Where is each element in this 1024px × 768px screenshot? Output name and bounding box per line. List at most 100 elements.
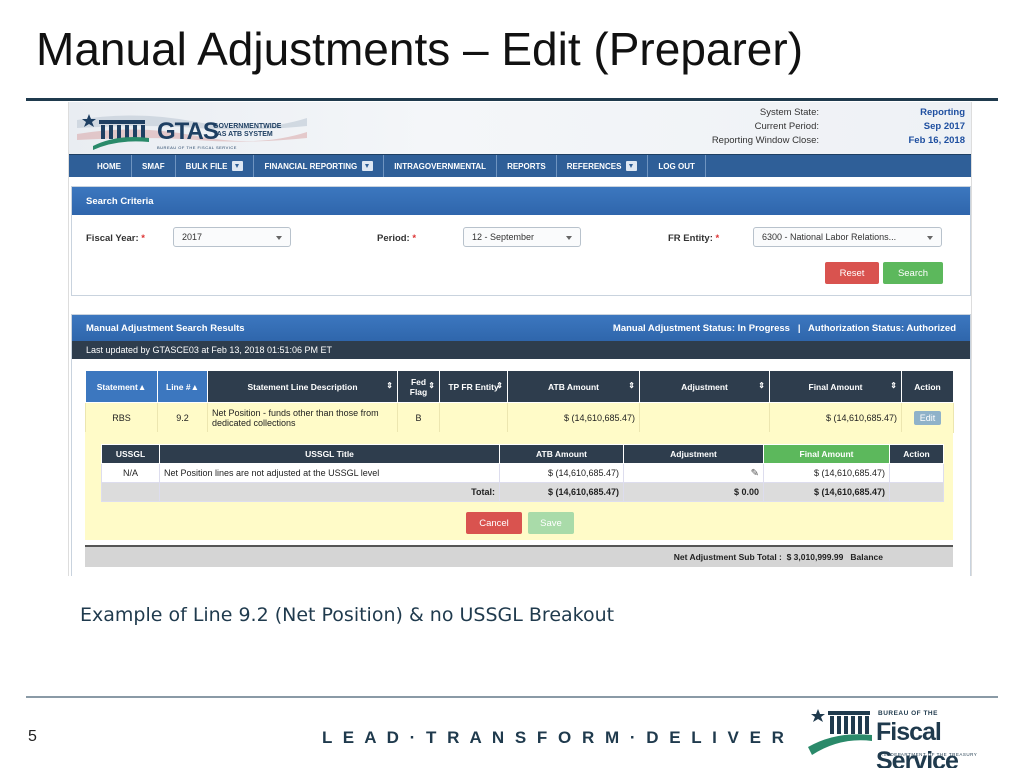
sort-icon: ⇕	[496, 381, 503, 390]
nav-home-label: HOME	[97, 161, 121, 171]
col-adjustment-label: Adjustment	[681, 381, 728, 392]
col-action: Action	[901, 370, 954, 403]
total-cell-empty	[101, 482, 160, 502]
net-adjustment-text: Net Adjustment Sub Total : $ 3,010,999.9…	[673, 552, 883, 562]
gtas-subtitle: GOVERNMENTWIDE TAS ATB SYSTEM	[213, 123, 282, 138]
gtas-wordmark: GTAS	[157, 118, 219, 145]
search-button[interactable]: Search	[883, 262, 943, 284]
save-button[interactable]: Save	[528, 512, 574, 534]
sort-icon: ⇕	[628, 381, 635, 390]
nav-references[interactable]: REFERENCES	[557, 155, 649, 177]
last-updated: Last updated by GTASCE03 at Feb 13, 2018…	[72, 341, 970, 359]
cell-atb-amount: $ (14,610,685.47)	[507, 402, 640, 433]
ussgl-col-atb-amount: ATB Amount	[499, 444, 624, 464]
ussgl-cell-adjustment[interactable]: ✎	[623, 463, 764, 483]
page-number: 5	[28, 728, 37, 745]
total-label: Total:	[159, 482, 500, 502]
required-mark: *	[715, 233, 720, 244]
chevron-down-icon[interactable]	[232, 161, 244, 171]
col-line[interactable]: Line #▲	[157, 370, 208, 403]
ussgl-breakout-area: USSGL USSGL Title ATB Amount Adjustment …	[85, 432, 953, 540]
main-nav: HOME SMAF BULK FILE FINANCIAL REPORTING …	[69, 154, 971, 177]
col-action-label: Action	[914, 381, 941, 392]
col-atb-amount-label: ATB Amount	[548, 381, 599, 392]
required-mark: *	[412, 233, 417, 244]
nav-financial-reporting[interactable]: FINANCIAL REPORTING	[254, 155, 385, 177]
results-header: Manual Adjustment Search Results Manual …	[72, 315, 970, 341]
window-close-label: Reporting Window Close:	[711, 135, 819, 146]
net-adjustment-summary: Net Adjustment Sub Total : $ 3,010,999.9…	[85, 545, 953, 567]
results-title: Manual Adjustment Search Results	[86, 322, 245, 334]
reset-button[interactable]: Reset	[825, 262, 879, 284]
search-criteria-panel: Search Criteria Fiscal Year: * 2017 Peri…	[71, 186, 971, 296]
current-period-value: Sep 2017	[923, 121, 965, 132]
col-final-amount[interactable]: Final Amount ⇕	[769, 370, 902, 403]
col-description-label: Statement Line Description	[247, 381, 358, 392]
cell-final-amount: $ (14,610,685.47)	[769, 402, 902, 433]
table-row: N/A Net Position lines are not adjusted …	[101, 463, 944, 483]
chevron-down-icon	[927, 236, 933, 240]
col-atb-amount[interactable]: ATB Amount ⇕	[507, 370, 640, 403]
fiscal-year-select[interactable]: 2017	[173, 227, 291, 247]
col-fed-flag[interactable]: Fed Flag ⇕	[397, 370, 440, 403]
nav-reports-label: REPORTS	[507, 161, 546, 171]
table-row[interactable]: RBS 9.2 Net Position - funds other than …	[85, 402, 954, 433]
cell-tp-fr-entity	[439, 402, 508, 433]
ussgl-cell-action	[889, 463, 944, 483]
fiscal-year-label: Fiscal Year: *	[86, 233, 145, 244]
nav-references-label: REFERENCES	[566, 161, 622, 171]
fr-entity-label: FR Entity: *	[668, 233, 719, 244]
system-state-label: System State:	[759, 107, 819, 118]
search-criteria-header: Search Criteria	[72, 187, 970, 215]
cell-statement: RBS	[85, 402, 158, 433]
fr-entity-value: 6300 - National Labor Relations...	[762, 232, 897, 242]
fr-entity-select[interactable]: 6300 - National Labor Relations...	[753, 227, 942, 247]
logo-name-text: Fiscal Service	[876, 718, 959, 768]
cell-fed-flag: B	[397, 402, 440, 433]
footer-tagline: L E A D · T R A N S F O R M · D E L I V …	[322, 728, 787, 747]
col-description[interactable]: Statement Line Description ⇕	[207, 370, 398, 403]
col-adjustment[interactable]: Adjustment ⇕	[639, 370, 770, 403]
ussgl-col-title: USSGL Title	[159, 444, 500, 464]
nav-smaf[interactable]: SMAF	[132, 155, 176, 177]
current-period-label: Current Period:	[754, 121, 819, 132]
col-final-amount-label: Final Amount	[808, 381, 863, 392]
chevron-down-icon[interactable]	[626, 161, 638, 171]
period-label-text: Period:	[377, 233, 410, 244]
col-statement-label: Statement	[96, 381, 138, 392]
system-state-value: Reporting	[920, 107, 965, 118]
ussgl-cell-final-amount: $ (14,610,685.47)	[763, 463, 890, 483]
nav-bulk-file[interactable]: BULK FILE	[176, 155, 255, 177]
results-table: Statement▲ Line #▲ Statement Line Descri…	[85, 370, 954, 433]
cancel-button[interactable]: Cancel	[466, 512, 522, 534]
cell-action: Edit	[901, 402, 954, 433]
slide-title: Manual Adjustments – Edit (Preparer)	[36, 23, 804, 75]
required-mark: *	[141, 233, 145, 244]
edit-button[interactable]: Edit	[913, 410, 942, 425]
nav-home[interactable]: HOME	[69, 155, 132, 177]
total-atb-amount: $ (14,610,685.47)	[499, 482, 624, 502]
period-select[interactable]: 12 - September	[463, 227, 581, 247]
nav-reports[interactable]: REPORTS	[497, 155, 557, 177]
col-statement[interactable]: Statement▲	[85, 370, 158, 403]
ussgl-total-row: Total: $ (14,610,685.47) $ 0.00 $ (14,61…	[101, 482, 944, 502]
nav-logout-label: LOG OUT	[658, 161, 695, 171]
gtas-logo[interactable]: GTAS GOVERNMENTWIDE TAS ATB SYSTEM BUREA…	[77, 106, 307, 152]
pencil-icon[interactable]: ✎	[751, 468, 759, 479]
col-tp-fr-entity[interactable]: TP FR Entity ⇕	[439, 370, 508, 403]
gtas-screenshot: GTAS GOVERNMENTWIDE TAS ATB SYSTEM BUREA…	[68, 102, 972, 576]
cell-description: Net Position - funds other than those fr…	[207, 402, 398, 433]
nav-logout[interactable]: LOG OUT	[648, 155, 706, 177]
nav-intragovernmental[interactable]: INTRAGOVERNMENTAL	[384, 155, 498, 177]
ussgl-cell-atb-amount: $ (14,610,685.47)	[499, 463, 624, 483]
ussgl-col-action: Action	[889, 444, 944, 464]
footer-divider	[26, 696, 998, 698]
chevron-down-icon[interactable]	[362, 161, 374, 171]
gtas-bureau: BUREAU OF THE FISCAL SERVICE	[157, 145, 237, 150]
ussgl-cell-ussgl: N/A	[101, 463, 160, 483]
sort-icon: ⇕	[890, 381, 897, 390]
logo-bureau-text: BUREAU OF THE	[878, 710, 938, 717]
fiscal-year-label-text: Fiscal Year:	[86, 233, 139, 244]
title-divider	[26, 98, 998, 101]
nav-bulk-file-label: BULK FILE	[185, 161, 228, 171]
